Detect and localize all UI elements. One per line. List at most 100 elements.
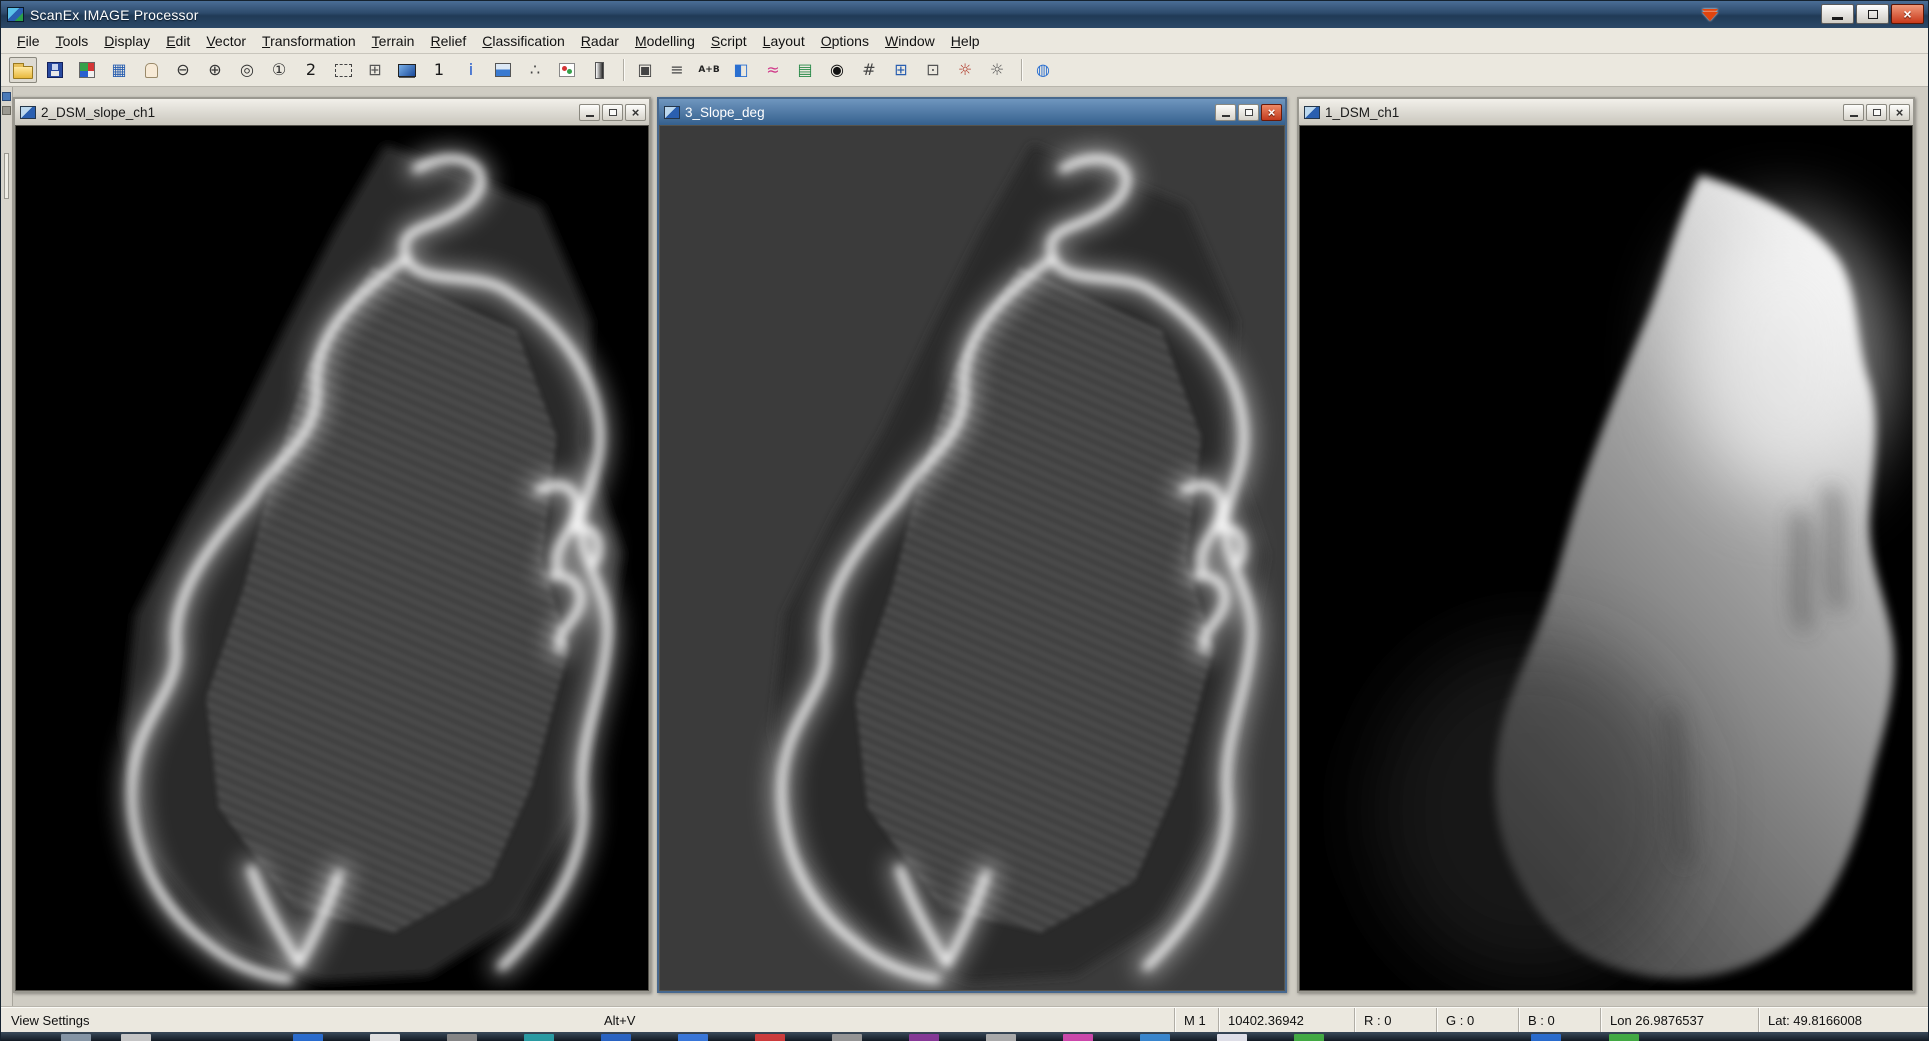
taskbar-icon[interactable]: [1531, 1034, 1561, 1041]
band-math-icon[interactable]: A+B: [695, 57, 723, 83]
class-points-icon[interactable]: [553, 57, 581, 83]
menu-item-terrain[interactable]: Terrain: [364, 30, 423, 52]
menu-item-display[interactable]: Display: [96, 30, 158, 52]
zoom-window-icon[interactable]: ◎: [233, 57, 261, 83]
child-restore-button[interactable]: [1866, 104, 1887, 121]
menu-item-edit[interactable]: Edit: [158, 30, 198, 52]
menu-item-classification[interactable]: Classification: [474, 30, 573, 52]
menu-item-transformation[interactable]: Transformation: [254, 30, 364, 52]
maximize-button[interactable]: [1856, 4, 1889, 24]
zoom-in-icon[interactable]: ⊕: [201, 57, 229, 83]
raster-view-slope-1[interactable]: [15, 125, 649, 991]
profile-tool-icon[interactable]: ≈: [759, 57, 787, 83]
pan-hand-icon[interactable]: [137, 57, 165, 83]
dock-icon[interactable]: [2, 106, 11, 115]
grayscale-bar-icon[interactable]: [585, 57, 613, 83]
taskbar-icon[interactable]: [1609, 1034, 1639, 1041]
child-close-button[interactable]: ×: [1889, 104, 1910, 121]
taskbar-icon[interactable]: [1063, 1034, 1093, 1041]
batch-settings-icon[interactable]: ☼: [983, 57, 1011, 83]
taskbar-icon[interactable]: [293, 1034, 323, 1041]
swipe-compare-icon[interactable]: ◧: [727, 57, 755, 83]
zoom-out-icon[interactable]: ⊖: [169, 57, 197, 83]
window-slope-deg: 3_Slope_deg ×: [657, 97, 1287, 993]
taskbar-icon[interactable]: [601, 1034, 631, 1041]
menu-item-window[interactable]: Window: [877, 30, 943, 52]
child-titlebar[interactable]: 1_DSM_ch1 ×: [1299, 99, 1913, 125]
menu-item-relief[interactable]: Relief: [422, 30, 474, 52]
band-stats-icon[interactable]: [73, 57, 101, 83]
child-titlebar[interactable]: 2_DSM_slope_ch1 ×: [15, 99, 649, 125]
taskbar-icon[interactable]: [61, 1034, 91, 1041]
single-view-icon[interactable]: 1: [425, 57, 453, 83]
child-window-controls: ×: [1841, 104, 1910, 121]
taskbar-icon[interactable]: [1294, 1034, 1324, 1041]
title-bar[interactable]: ScanEx IMAGE Processor ×: [1, 1, 1928, 28]
double-arrow-icon[interactable]: [1699, 2, 1721, 27]
save-icon[interactable]: [41, 57, 69, 83]
globe-dark-icon[interactable]: ◉: [823, 57, 851, 83]
child-restore-button[interactable]: [602, 104, 623, 121]
info-icon[interactable]: i: [457, 57, 485, 83]
menu-item-tools[interactable]: Tools: [48, 30, 97, 52]
menu-item-help[interactable]: Help: [943, 30, 988, 52]
scatter-plot-icon[interactable]: ∴: [521, 57, 549, 83]
application-window: ScanEx IMAGE Processor × FileToolsDispla…: [0, 0, 1929, 1041]
select-area-icon[interactable]: [329, 57, 357, 83]
raster-view-dsm[interactable]: [1299, 125, 1913, 991]
cascade-windows-icon[interactable]: ▣: [631, 57, 659, 83]
raster-icon: [664, 106, 680, 119]
taskbar-icon[interactable]: [1140, 1034, 1170, 1041]
window-controls: ×: [1819, 4, 1924, 24]
taskbar-icon[interactable]: [755, 1034, 785, 1041]
tile-windows-icon[interactable]: ⊞: [887, 57, 915, 83]
dock-handle[interactable]: [4, 153, 9, 199]
georeference-icon[interactable]: ⊡: [919, 57, 947, 83]
menu-item-options[interactable]: Options: [813, 30, 877, 52]
raster-view-slope-2[interactable]: [659, 125, 1285, 991]
taskbar-icon[interactable]: [1217, 1034, 1247, 1041]
menu-item-script[interactable]: Script: [703, 30, 755, 52]
child-titlebar[interactable]: 3_Slope_deg ×: [659, 99, 1285, 125]
menu-item-vector[interactable]: Vector: [198, 30, 254, 52]
status-segment: G : 0: [1436, 1008, 1518, 1032]
zoom-scale-icon[interactable]: 2: [297, 57, 325, 83]
open-folder-icon[interactable]: [9, 57, 37, 83]
grid-rulers-icon[interactable]: ⊞: [361, 57, 389, 83]
status-segment: Lon 26.9876537: [1600, 1008, 1758, 1032]
minimize-button[interactable]: [1821, 4, 1854, 24]
menu-item-file[interactable]: File: [9, 30, 48, 52]
menu-item-radar[interactable]: Radar: [573, 30, 627, 52]
child-restore-button[interactable]: [1238, 104, 1259, 121]
process-settings-icon[interactable]: ☼: [951, 57, 979, 83]
menu-item-modelling[interactable]: Modelling: [627, 30, 703, 52]
attribute-table-icon[interactable]: ▦: [105, 57, 133, 83]
status-right: M 110402.36942R : 0G : 0B : 0Lon 26.9876…: [1174, 1008, 1924, 1032]
menu-item-layout[interactable]: Layout: [755, 30, 813, 52]
taskbar-icon[interactable]: [524, 1034, 554, 1041]
mesh-grid-icon[interactable]: #: [855, 57, 883, 83]
dock-icon[interactable]: [2, 92, 11, 101]
taskbar-icon[interactable]: [447, 1034, 477, 1041]
close-button[interactable]: ×: [1891, 4, 1924, 24]
mdi-area: 2_DSM_slope_ch1 × 3_Slope_deg: [1, 87, 1928, 1007]
taskbar-icon[interactable]: [370, 1034, 400, 1041]
child-minimize-button[interactable]: [1215, 104, 1236, 121]
taskbar[interactable]: [1, 1032, 1928, 1041]
taskbar-icon[interactable]: [121, 1034, 151, 1041]
taskbar-icon[interactable]: [986, 1034, 1016, 1041]
taskbar-icon[interactable]: [678, 1034, 708, 1041]
histogram-icon[interactable]: [489, 57, 517, 83]
raster-icon: [20, 106, 36, 119]
pixel-table-icon[interactable]: ▤: [791, 57, 819, 83]
zoom-actual-icon[interactable]: ①: [265, 57, 293, 83]
child-close-button[interactable]: ×: [1261, 104, 1282, 121]
child-minimize-button[interactable]: [1843, 104, 1864, 121]
taskbar-icon[interactable]: [832, 1034, 862, 1041]
child-minimize-button[interactable]: [579, 104, 600, 121]
web-globe-icon[interactable]: ◍: [1029, 57, 1057, 83]
layer-list-icon[interactable]: ≡: [663, 57, 691, 83]
full-screen-icon[interactable]: [393, 57, 421, 83]
child-close-button[interactable]: ×: [625, 104, 646, 121]
taskbar-icon[interactable]: [909, 1034, 939, 1041]
